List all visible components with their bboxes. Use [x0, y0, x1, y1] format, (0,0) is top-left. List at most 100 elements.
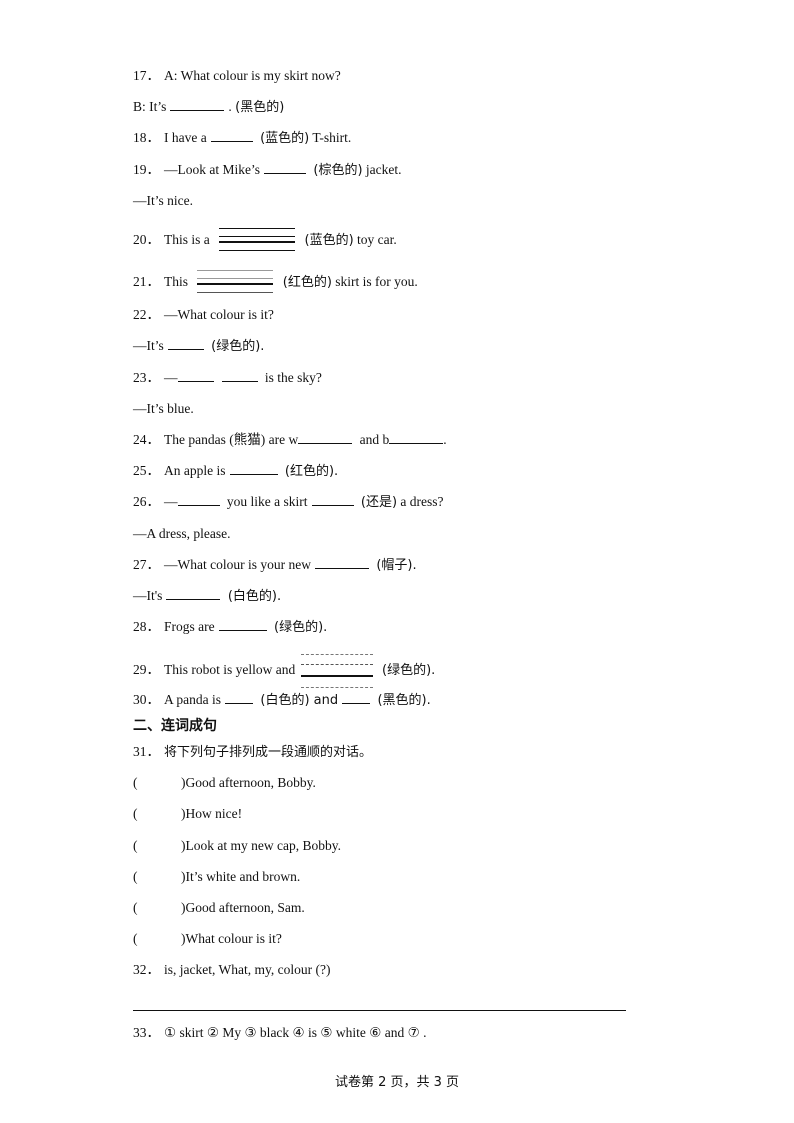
question-number: 31． — [133, 744, 160, 759]
instruction: 将下列句子排列成一段通顺的对话。 — [164, 745, 373, 760]
question-text: is, jacket, What, my, colour (?) — [164, 962, 331, 977]
hint: (蓝色的) — [304, 233, 354, 249]
question-22-reply: —It’s (绿色的). — [133, 337, 264, 356]
order-input[interactable]: ( — [133, 805, 181, 823]
hint: (白色的) and — [260, 693, 339, 708]
answer-blank[interactable] — [221, 369, 258, 382]
question-number: 29． — [133, 662, 160, 678]
question-32: 32． is, jacket, What, my, colour (?) — [133, 961, 330, 979]
answer-blank[interactable] — [342, 691, 371, 704]
answer-blank[interactable] — [166, 587, 221, 600]
question-26-reply: —A dress, please. — [133, 525, 230, 543]
ordering-item: ()Good afternoon, Sam. — [133, 899, 305, 917]
answer-blank[interactable] — [264, 161, 306, 174]
question-29: 29． This robot is yellow and (绿色的). — [133, 654, 435, 688]
question-text: —Look at Mike’s — [164, 162, 260, 177]
reply-text: —It’s — [133, 338, 164, 353]
question-text: This robot is yellow and — [164, 662, 296, 678]
reply-text: —It’s nice. — [133, 193, 193, 208]
question-text: and b — [359, 432, 390, 447]
reply-text: —A dress, please. — [133, 526, 231, 541]
question-text: A: What colour is my skirt now? — [164, 68, 341, 83]
question-text: a dress? — [400, 494, 444, 509]
order-input[interactable]: ( — [133, 774, 181, 792]
hint: (黑色的). — [377, 693, 431, 708]
answer-blank-stacked[interactable] — [197, 270, 274, 296]
question-number: 22． — [133, 307, 160, 322]
question-number: 17． — [133, 68, 160, 83]
item-text: What colour is it? — [185, 931, 282, 946]
hint: (绿色的). — [211, 339, 265, 354]
question-17: 17． A: What colour is my skirt now? — [133, 67, 341, 85]
question-30: 30． A panda is (白色的) and (黑色的). — [133, 691, 431, 710]
answer-blank-stacked[interactable] — [300, 654, 373, 688]
hint: (红色的). — [284, 464, 339, 479]
answer-blank[interactable] — [298, 431, 353, 444]
question-text: An apple is — [164, 463, 226, 478]
question-number: 28． — [133, 619, 160, 634]
answer-blank[interactable] — [311, 493, 354, 506]
hint: (红色的) — [282, 275, 332, 291]
reply-text: —It’s blue. — [133, 401, 194, 416]
item-text: Good afternoon, Sam. — [185, 900, 305, 915]
answer-blank[interactable] — [177, 493, 220, 506]
question-text: T-shirt. — [312, 130, 352, 145]
item-text: Look at my new cap, Bobby. — [185, 838, 341, 853]
question-number: 20． — [133, 232, 160, 248]
ordering-item: ()How nice! — [133, 805, 243, 823]
section-heading: 二、连词成句 — [133, 718, 217, 734]
question-31: 31． 将下列句子排列成一段通顺的对话。 — [133, 743, 372, 762]
answer-blank[interactable] — [225, 691, 253, 704]
reply-text: —It's — [133, 588, 163, 603]
question-25: 25． An apple is (红色的). — [133, 462, 338, 481]
answer-blank[interactable] — [389, 431, 444, 444]
ordering-item: ()It’s white and brown. — [133, 868, 301, 886]
answer-prefix: B: It’s — [133, 99, 167, 114]
question-28: 28． Frogs are (绿色的). — [133, 618, 327, 637]
question-23-reply: —It’s blue. — [133, 400, 194, 418]
question-number: 24． — [133, 432, 160, 447]
ordering-item: ()Look at my new cap, Bobby. — [133, 837, 341, 855]
question-number: 33． — [133, 1025, 160, 1040]
order-input[interactable]: ( — [133, 930, 181, 948]
answer-line[interactable] — [133, 1010, 626, 1011]
order-input[interactable]: ( — [133, 868, 181, 886]
question-17-answer: B: It’s. (黑色的) — [133, 98, 284, 117]
answer-blank[interactable] — [210, 129, 253, 142]
hint: (蓝色的) — [260, 131, 310, 146]
answer-blank-stacked[interactable] — [219, 228, 296, 254]
order-input[interactable]: ( — [133, 899, 181, 917]
question-text: A panda is — [164, 692, 221, 707]
order-input[interactable]: ( — [133, 837, 181, 855]
answer-blank[interactable] — [167, 337, 204, 350]
answer-blank[interactable] — [218, 618, 267, 631]
question-text: I have a — [164, 130, 207, 145]
page-footer: 试卷第 2 页，共 3 页 — [334, 1075, 460, 1090]
question-number: 26． — [133, 494, 160, 509]
question-text: is the sky? — [264, 370, 322, 385]
question-text: This is a — [164, 232, 210, 248]
answer-blank[interactable] — [229, 462, 278, 475]
question-text: —What colour is your new — [164, 557, 311, 572]
question-number: 21． — [133, 274, 160, 290]
question-number: 19． — [133, 162, 160, 177]
answer-blank[interactable] — [177, 369, 214, 382]
answer-blank[interactable] — [170, 98, 225, 111]
question-21: 21． This (红色的) skirt is for you. — [133, 270, 418, 296]
question-text: you like a skirt — [226, 494, 308, 509]
punctuation: . — [443, 432, 447, 447]
item-text: It’s white and brown. — [185, 869, 301, 884]
question-22: 22． —What colour is it? — [133, 306, 274, 324]
question-19: 19． —Look at Mike’s (棕色的) jacket. — [133, 161, 402, 180]
question-number: 23． — [133, 370, 160, 385]
question-33: 33． ① skirt ② My ③ black ④ is ⑤ white ⑥ a… — [133, 1024, 426, 1042]
punctuation: . — [228, 99, 232, 114]
question-text: The pandas (熊猫) are w — [164, 432, 299, 447]
question-27: 27． —What colour is your new (帽子). — [133, 556, 417, 575]
question-20: 20． This is a (蓝色的) toy car. — [133, 228, 397, 254]
question-number: 25． — [133, 463, 160, 478]
question-19-reply: —It’s nice. — [133, 192, 193, 210]
question-text: — — [164, 370, 178, 385]
question-27-reply: —It's (白色的). — [133, 587, 281, 606]
answer-blank[interactable] — [314, 556, 369, 569]
